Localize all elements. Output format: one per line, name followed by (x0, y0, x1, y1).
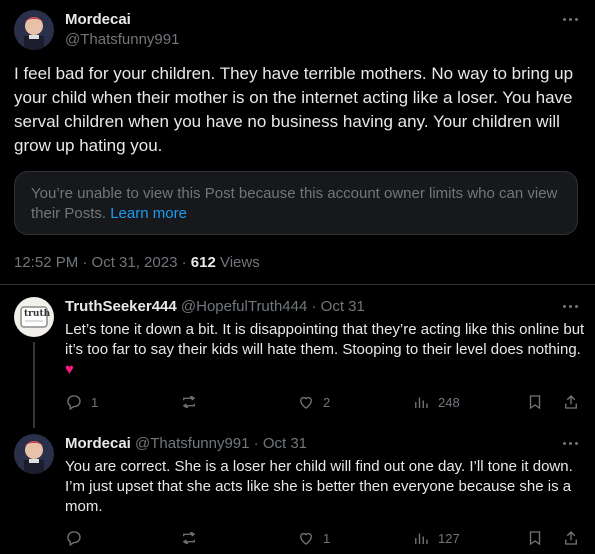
thread-line (33, 342, 35, 428)
share-icon (565, 531, 577, 545)
heart-icon (300, 396, 312, 409)
like-button[interactable]: 2 (297, 393, 330, 411)
like-count: 1 (323, 530, 331, 546)
repost-icon (183, 532, 195, 544)
repost-button[interactable] (180, 393, 206, 411)
reply-text: You are correct. She is a loser her chil… (65, 458, 573, 515)
avatar[interactable] (14, 10, 54, 50)
reply-button[interactable] (65, 529, 91, 547)
author-handle[interactable]: @HopefulTruth444 · Oct 31 (181, 298, 365, 315)
repost-button[interactable] (180, 529, 206, 547)
author-handle[interactable]: @Thatsfunny991 (65, 31, 179, 48)
reply-icon (67, 395, 81, 410)
like-count: 2 (323, 394, 331, 410)
reply-header: TruthSeeker444 @HopefulTruth444 · Oct 31 (65, 298, 365, 315)
author-handle[interactable]: @Thatsfunny991 · Oct 31 (135, 435, 307, 452)
reply-count: 1 (91, 394, 99, 410)
share-button[interactable] (562, 529, 580, 547)
share-icon (565, 395, 577, 409)
bookmark-icon (529, 531, 541, 546)
reply-icon (67, 531, 81, 546)
heart-icon (300, 532, 312, 545)
reply-button[interactable]: 1 (65, 393, 98, 411)
views-icon (415, 397, 428, 408)
quoted-post-unavailable: You’re unable to view this Post because … (14, 171, 578, 235)
share-button[interactable] (562, 393, 580, 411)
avatar[interactable]: truth (14, 297, 54, 337)
reply-body: Let’s tone it down a bit. It is disappoi… (65, 321, 585, 358)
views-count: 612 (190, 254, 216, 271)
more-icon (562, 304, 566, 308)
avatar[interactable] (14, 434, 54, 474)
more-icon (562, 17, 566, 21)
more-icon (562, 441, 566, 445)
divider (0, 284, 595, 285)
repost-icon (183, 396, 195, 408)
post-time[interactable]: 12:52 PM · Oct 31, 2023 · (14, 254, 191, 271)
view-count: 248 (438, 394, 460, 410)
post-text: I feel bad for your children. They have … (14, 64, 574, 155)
view-count: 127 (438, 530, 460, 546)
author-name[interactable]: TruthSeeker444 (65, 298, 177, 315)
views-label: Views (215, 254, 260, 271)
bookmark-icon (529, 395, 541, 410)
bookmark-button[interactable] (526, 529, 544, 547)
views-icon (415, 533, 428, 544)
like-button[interactable]: 1 (297, 529, 330, 547)
more-options-button[interactable] (560, 433, 580, 453)
author-name[interactable]: Mordecai (65, 435, 131, 452)
learn-more-link[interactable]: Learn more (110, 205, 187, 222)
author-name[interactable]: Mordecai (65, 11, 131, 28)
more-options-button[interactable] (560, 296, 580, 316)
reply-text: Let’s tone it down a bit. It is disappoi… (65, 320, 585, 380)
post-meta: 12:52 PM · Oct 31, 2023 · 612 Views (14, 254, 260, 271)
views-button[interactable]: 127 (412, 529, 460, 547)
more-options-button[interactable] (560, 9, 580, 29)
heart-emoji: ♥ (65, 361, 74, 378)
bookmark-button[interactable] (526, 393, 544, 411)
avatar-text: truth (24, 309, 51, 319)
views-button[interactable]: 248 (412, 393, 460, 411)
reply-header: Mordecai @Thatsfunny991 · Oct 31 (65, 435, 307, 452)
